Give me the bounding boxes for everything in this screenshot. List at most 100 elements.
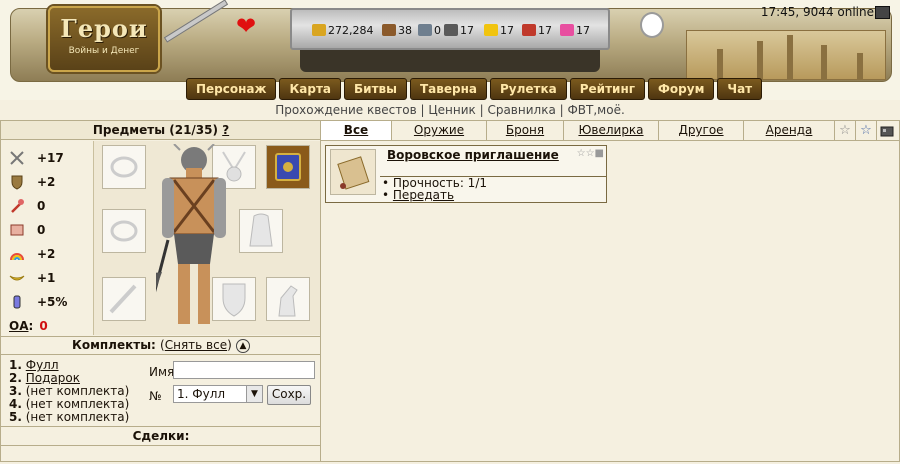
sword-slot-icon [109, 284, 137, 314]
nav-character[interactable]: Персонаж [186, 78, 277, 100]
tab-jewelry[interactable]: Ювелирка [564, 121, 659, 140]
slot-ring-2[interactable] [102, 209, 146, 253]
tab-weapons[interactable]: Оружие [392, 121, 487, 140]
resource-mercury: 17 [444, 22, 474, 38]
equipment-area [93, 141, 320, 335]
nav-battles[interactable]: Битвы [344, 78, 407, 100]
item-name-link[interactable]: Воровское приглашение [387, 148, 559, 162]
set-link-gift[interactable]: Подарок [26, 371, 80, 385]
inventory-panel: Все Оружие Броня Ювелирка Другое Аренда … [320, 120, 900, 462]
stat-luck-value: +2 [37, 247, 56, 261]
logo-title: Герои [60, 14, 148, 43]
nav-rating[interactable]: Рейтинг [569, 78, 646, 100]
resources-panel: 272,284 38 0 17 17 17 17 [290, 8, 610, 50]
stat-attack-value: +17 [37, 151, 64, 165]
stat-spell-power: 0 [9, 195, 45, 217]
server-time-online: 17:45, 9044 online [760, 5, 874, 19]
set-number-select[interactable]: 1. Фулл ▼ [173, 385, 263, 403]
chevron-down-icon[interactable]: ▼ [246, 386, 262, 402]
star-blue-icon[interactable]: ☆ [855, 121, 876, 140]
set-item: 5. (нет комплекта) [9, 410, 130, 424]
nav-forum[interactable]: Форум [648, 78, 715, 100]
health-heart-icon: ❤ [236, 12, 257, 40]
oa-label[interactable]: ОА [9, 319, 29, 333]
resource-wood: 38 [382, 22, 412, 38]
initiative-icon [13, 295, 21, 309]
stats-list: +17 +2 0 0 +2 +1 +5% ОА: 0 [1, 143, 89, 333]
transfer-link[interactable]: Передать [393, 188, 454, 202]
set-number-selected: 1. Фулл [177, 387, 226, 401]
tab-other[interactable]: Другое [659, 121, 744, 140]
help-link[interactable]: ? [222, 123, 229, 137]
slot-book[interactable] [266, 145, 310, 189]
sets-title-bar: Комплекты: (Снять все) ▲ [1, 336, 321, 355]
horse-icon [278, 285, 298, 317]
spell-power-icon [11, 199, 24, 213]
storage-box-icon[interactable] [876, 121, 897, 140]
tab-rent[interactable]: Аренда [744, 121, 834, 140]
nav-roulette[interactable]: Рулетка [490, 78, 567, 100]
resource-gems-value: 17 [576, 23, 590, 37]
hourglass-icon [640, 12, 664, 38]
inventory-item-card[interactable]: Воровское приглашение ☆☆■ • Прочность: 1… [325, 145, 607, 203]
spellbook-icon [275, 153, 301, 181]
mercury-icon [444, 24, 458, 36]
stat-knowledge: 0 [9, 219, 45, 241]
scroll-icon[interactable] [330, 149, 376, 195]
oa-value: 0 [39, 319, 48, 333]
resource-gold-value: 272,284 [328, 23, 374, 37]
stat-defense-value: +2 [37, 175, 56, 189]
set-name-input[interactable] [173, 361, 315, 379]
inventory-tabs: Все Оружие Броня Ювелирка Другое Аренда … [321, 121, 899, 141]
resource-ore-value: 0 [434, 23, 441, 37]
slot-cloak[interactable] [239, 209, 283, 253]
slot-ring[interactable] [102, 145, 146, 189]
stat-defense: +2 [9, 171, 55, 193]
save-set-button[interactable]: Сохр. [267, 385, 311, 405]
nav-tavern[interactable]: Таверна [410, 78, 487, 100]
set-name-label: Имя [149, 365, 175, 379]
slot-weapon[interactable] [102, 277, 146, 321]
ore-icon [418, 24, 432, 36]
set-link-full[interactable]: Фулл [26, 358, 59, 372]
unset-all-link[interactable]: Снять все [165, 338, 227, 352]
slot-mount[interactable] [266, 277, 310, 321]
cloak-icon [249, 213, 273, 247]
castle-picture [686, 30, 886, 80]
nav-map[interactable]: Карта [279, 78, 342, 100]
resource-ore: 0 [418, 22, 441, 38]
deals-title: Сделки: [1, 426, 321, 446]
wood-icon [382, 24, 396, 36]
link-fvt[interactable]: ФВТ,моё. [567, 103, 624, 117]
collapse-icon[interactable]: ▲ [235, 338, 250, 353]
stat-spell-power-value: 0 [37, 199, 46, 213]
stat-initiative-value: +5% [37, 295, 68, 309]
crystal-icon [522, 24, 536, 36]
game-logo[interactable]: Герои Войны и Денег [48, 6, 160, 72]
stat-oa: ОА: 0 [9, 319, 48, 333]
quick-links: Прохождение квестов | Ценник | Сравнилка… [275, 103, 625, 117]
resource-sulfur-value: 17 [500, 23, 514, 37]
stat-knowledge-value: 0 [37, 223, 46, 237]
exit-icon[interactable] [875, 6, 890, 19]
resource-gems: 17 [560, 22, 590, 38]
sulfur-icon [484, 24, 498, 36]
stat-luck: +2 [9, 243, 55, 265]
nav-chat[interactable]: Чат [717, 78, 763, 100]
link-compare[interactable]: Сравнилка [487, 103, 555, 117]
gems-icon [560, 24, 574, 36]
attack-icon [10, 151, 24, 165]
header: Герои Войны и Денег ❤ 272,284 38 0 17 17… [0, 0, 900, 117]
items-count-title: Предметы (21/35) [92, 123, 218, 137]
star-outline-icon[interactable]: ☆ [834, 121, 855, 140]
item-stars-icons[interactable]: ☆☆■ [577, 148, 604, 159]
gold-icon [312, 24, 326, 36]
hero-figure [156, 144, 226, 324]
defense-icon [11, 175, 23, 190]
link-quests[interactable]: Прохождение квестов [275, 103, 416, 117]
ring-icon [110, 220, 138, 242]
link-prices[interactable]: Ценник [428, 103, 475, 117]
tab-all[interactable]: Все [321, 121, 392, 140]
sets-list: 1. Фулл 2. Подарок 3. (нет комплекта) 4.… [9, 359, 149, 424]
tab-armor[interactable]: Броня [487, 121, 564, 140]
